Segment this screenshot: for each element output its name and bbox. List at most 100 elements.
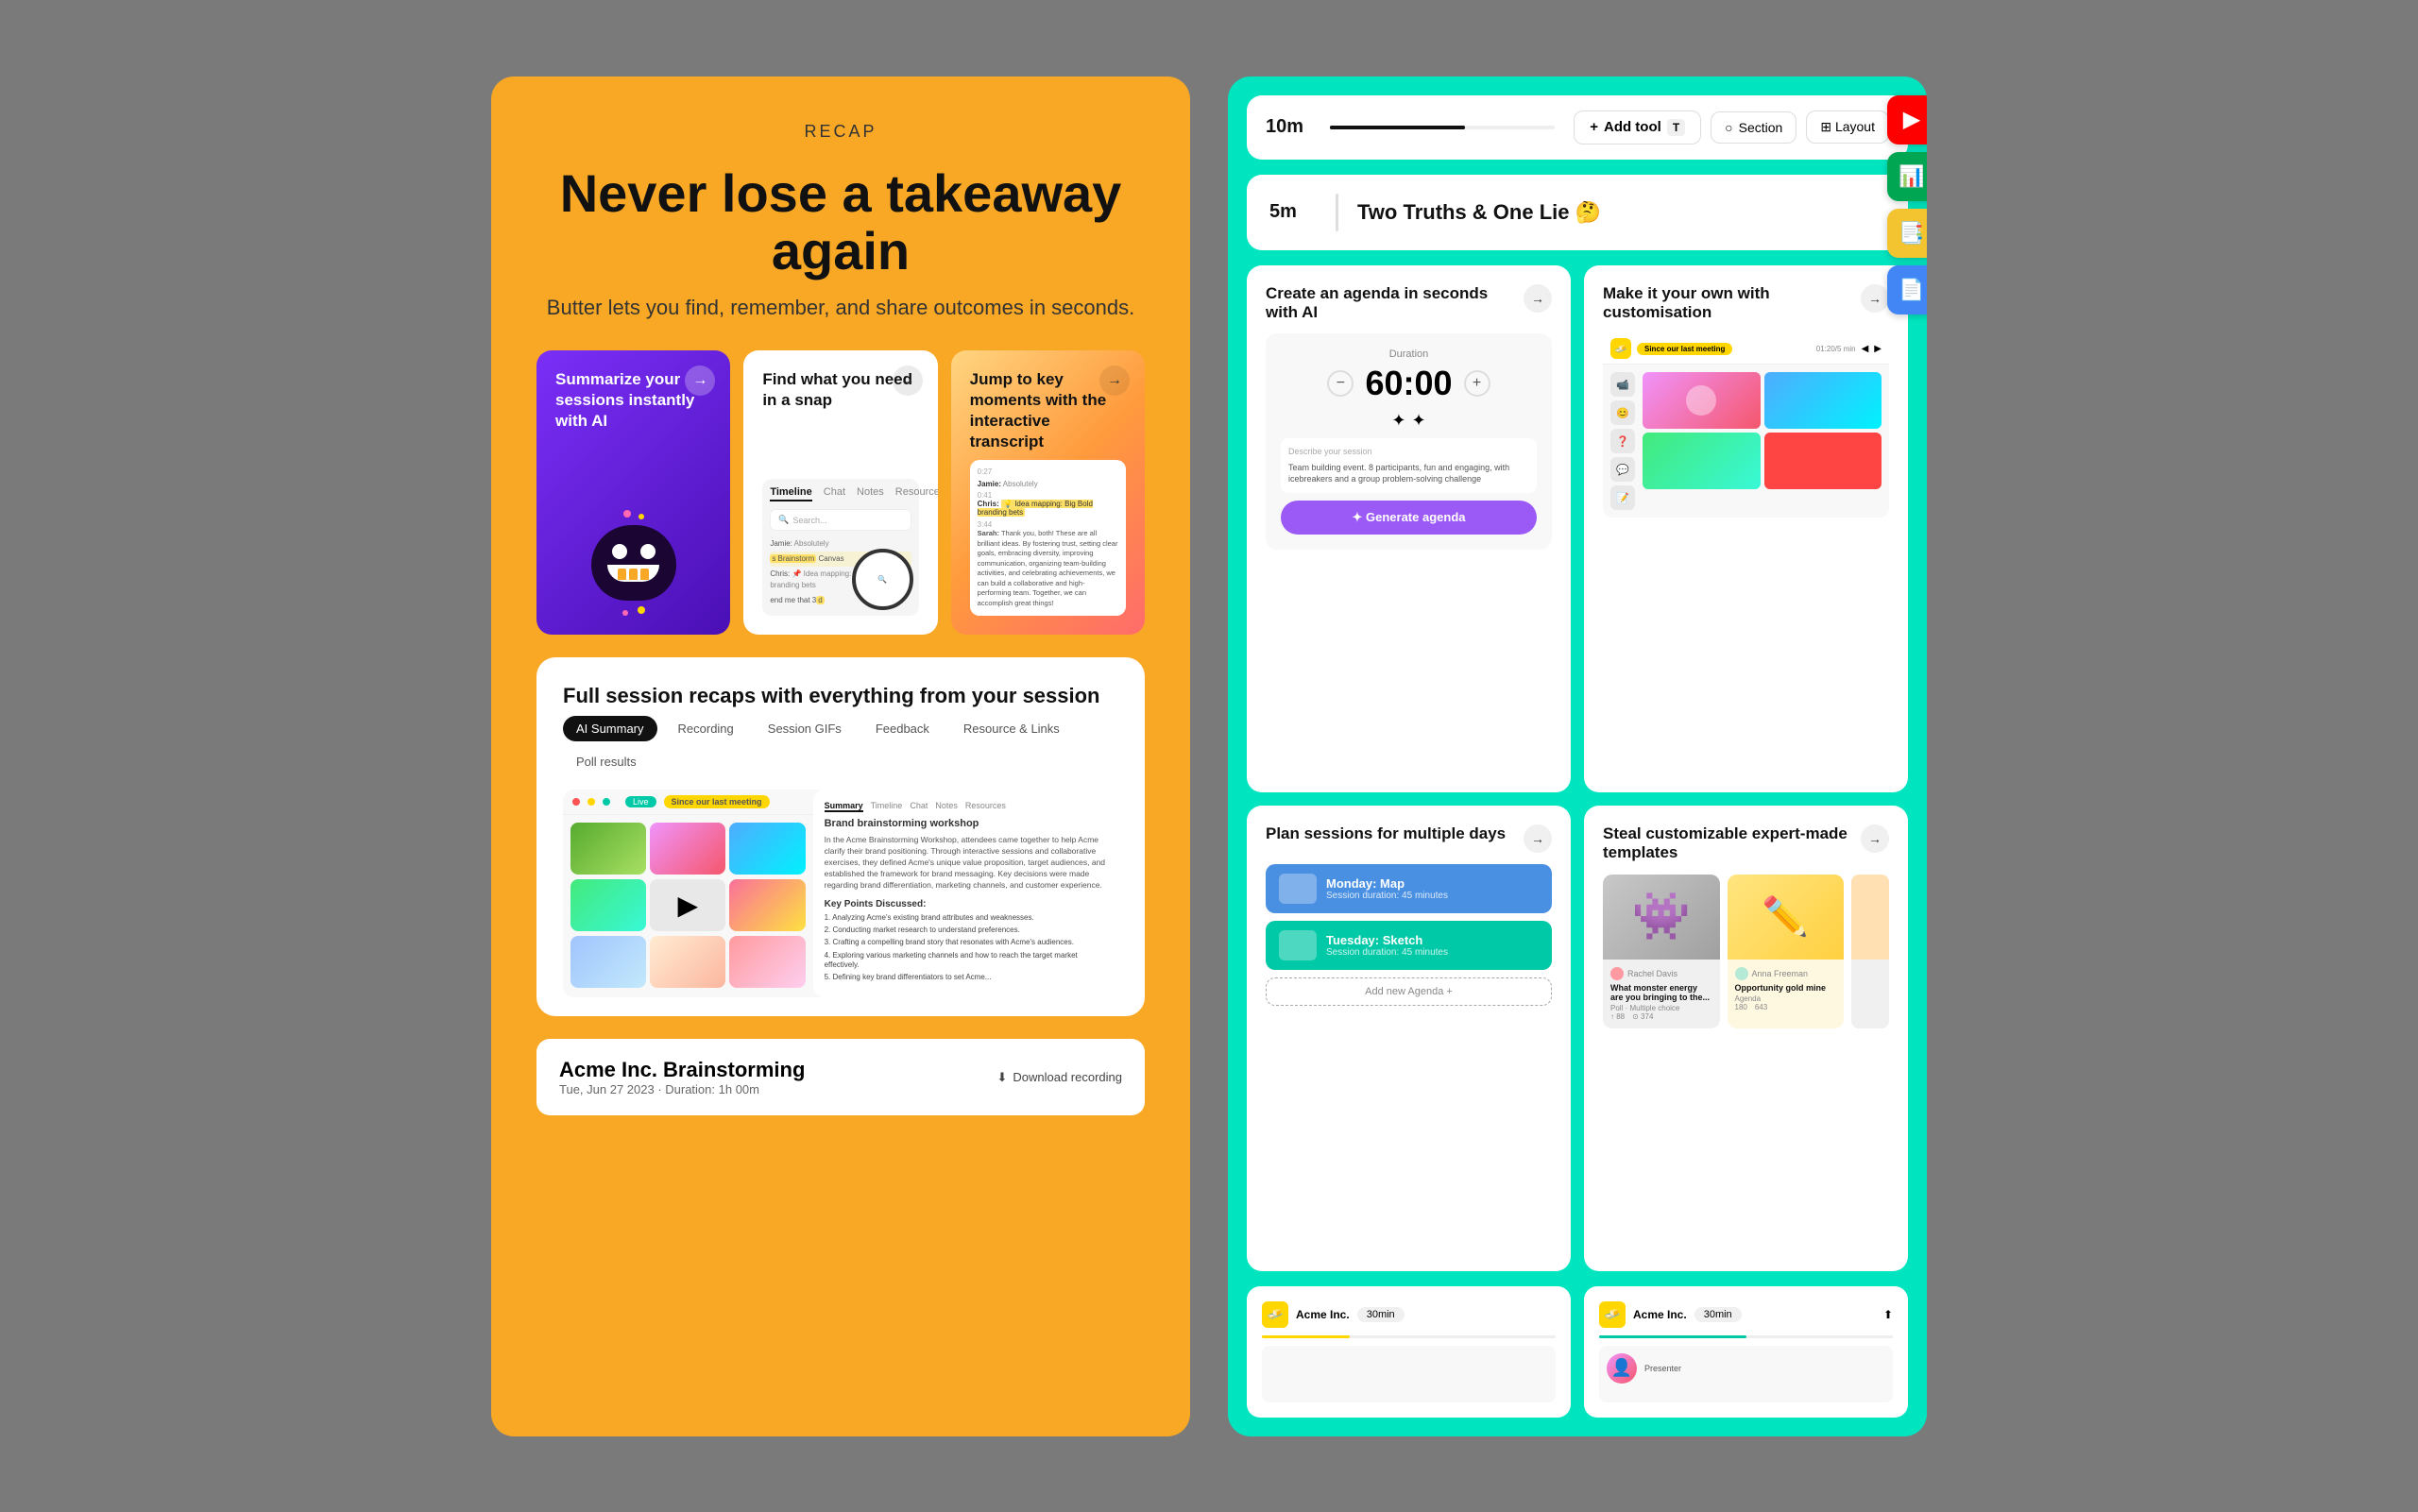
video-thumb-9: [729, 936, 805, 988]
acme-footer: Acme Inc. Brainstorming Tue, Jun 27 2023…: [536, 1039, 1145, 1115]
two-truths-bar: 5m Two Truths & One Lie 🤔: [1247, 175, 1908, 250]
grid-icon: ⊞: [1820, 119, 1831, 134]
custom-video-3: [1643, 433, 1761, 489]
bc-progress-bar-1: [1262, 1335, 1556, 1338]
tab-resources[interactable]: Resource & Links: [950, 716, 1073, 741]
day-icon-monday: [1279, 874, 1317, 904]
feature-grid: Create an agenda in seconds with AI → Du…: [1247, 265, 1908, 1271]
feature-cards-row: Summarize your sessions instantly with A…: [536, 350, 1145, 635]
top-bar: 10m + Add tool T ○ Section ⊞ Layout: [1247, 95, 1908, 160]
sidebar-react-icon[interactable]: 😊: [1610, 400, 1635, 425]
day-info-monday: Monday: Map Session duration: 45 minutes: [1326, 876, 1448, 901]
tab-recording[interactable]: Recording: [665, 716, 747, 741]
nav-left-icon[interactable]: ◀: [1862, 344, 1869, 354]
feature-card-transcript: Jump to key moments with the interactive…: [951, 350, 1145, 635]
templates-arrow[interactable]: →: [1861, 824, 1889, 853]
timer-minus[interactable]: −: [1327, 370, 1354, 397]
video-thumb-3: [729, 823, 805, 875]
bottom-card-2: 🧈 Acme Inc. 30min ⬆ 👤 Presenter: [1584, 1286, 1908, 1418]
ai-agenda-card: Create an agenda in seconds with AI → Du…: [1247, 265, 1571, 792]
card-arrow-summarize[interactable]: →: [685, 365, 715, 396]
sparkle-icon-1: ✦: [1391, 411, 1405, 431]
bottom-card-1: 🧈 Acme Inc. 30min: [1247, 1286, 1571, 1418]
custom-video-2: [1764, 372, 1882, 429]
custom-video-1: [1643, 372, 1761, 429]
right-panel: 10m + Add tool T ○ Section ⊞ Layout 5m: [1228, 76, 1927, 1436]
docs-icon[interactable]: 📄: [1887, 265, 1927, 314]
bc-company-1: Acme Inc.: [1296, 1308, 1350, 1321]
template-gold-meta: Anna Freeman Opportunity gold mine Agend…: [1728, 960, 1845, 1019]
layout-label: Layout: [1835, 119, 1875, 134]
ai-agenda-visual: Duration − 60:00 + ✦ ✦ Describe your ses…: [1266, 333, 1552, 550]
custom-video-4: [1764, 433, 1882, 489]
session-grid: ▶: [563, 815, 813, 996]
template-monster-meta: Rachel Davis What monster energy are you…: [1603, 960, 1720, 1028]
kbd-t: T: [1667, 119, 1685, 136]
nav-tab-timeline[interactable]: Timeline: [770, 486, 811, 501]
nav-tab-notes[interactable]: Notes: [857, 486, 884, 501]
nav-right-icon[interactable]: ▶: [1874, 344, 1882, 354]
templates-card: Steal customizable expert-made templates…: [1584, 806, 1908, 1271]
circle-icon: ○: [1725, 120, 1732, 135]
sidebar-chat-icon[interactable]: 💬: [1610, 457, 1635, 482]
tab-gifs[interactable]: Session GIFs: [755, 716, 855, 741]
download-recording-btn[interactable]: ⬇ Download recording: [996, 1070, 1122, 1085]
tab-poll[interactable]: Poll results: [563, 749, 650, 774]
bc-timer-1: 30min: [1357, 1307, 1405, 1322]
author-avatar-2: [1735, 967, 1748, 980]
nav-tab-resources[interactable]: Resources: [895, 486, 938, 501]
youtube-icon[interactable]: ▶: [1887, 95, 1927, 144]
ai-agenda-arrow[interactable]: →: [1524, 284, 1552, 313]
add-tool-button[interactable]: + Add tool T: [1574, 110, 1701, 144]
section-label: Section: [1739, 120, 1783, 135]
app-icons-col: ▶ 📊 📑 📄: [1887, 95, 1927, 314]
generate-agenda-btn[interactable]: ✦ Generate agenda: [1281, 501, 1537, 535]
transcript-jamie: Jamie: Absolutely: [978, 480, 1118, 488]
sidebar-video-icon[interactable]: 📹: [1610, 372, 1635, 397]
bc-progress-bar-2: [1599, 1335, 1893, 1338]
butter-logo-mini: 🧈: [1610, 338, 1631, 359]
custom-session-preview: 🧈 Since our last meeting 01:20/5 min ◀ ▶…: [1603, 333, 1889, 518]
summary-tab-chat[interactable]: Chat: [910, 801, 928, 812]
day-card-monday: Monday: Map Session duration: 45 minutes: [1266, 864, 1552, 913]
feature-card-find: Find what you need in a snap → Timeline …: [743, 350, 937, 635]
layout-button[interactable]: ⊞ Layout: [1806, 110, 1889, 144]
video-thumb-1: [570, 823, 646, 875]
template-card-partial: [1851, 875, 1889, 1028]
sub-headline: Butter lets you find, remember, and shar…: [536, 296, 1145, 320]
tab-ai-summary[interactable]: AI Summary: [563, 716, 657, 741]
stat-643: 643: [1755, 1003, 1767, 1011]
bc-progress-fill-1: [1262, 1335, 1350, 1338]
nav-tabs-mini: Timeline Chat Notes Resources People: [770, 486, 911, 501]
add-agenda-btn[interactable]: Add new Agenda +: [1266, 977, 1552, 1006]
ai-agenda-title: Create an agenda in seconds with AI: [1266, 284, 1524, 323]
summary-tab-notes[interactable]: Notes: [935, 801, 958, 812]
summary-tab-active[interactable]: Summary: [825, 801, 863, 812]
sidebar-quiz-icon[interactable]: ❓: [1610, 429, 1635, 453]
summary-tab-timeline[interactable]: Timeline: [871, 801, 903, 812]
card-arrow-find[interactable]: →: [893, 365, 923, 396]
slides-icon[interactable]: 📑: [1887, 209, 1927, 258]
tab-feedback[interactable]: Feedback: [862, 716, 943, 741]
template-card-gold: ✏️ Anna Freeman Opportunity gold mine Ag…: [1728, 875, 1845, 1028]
timer-plus[interactable]: +: [1464, 370, 1490, 397]
highlight-text: s Brainstorm: [770, 554, 816, 563]
sidebar-notes-icon[interactable]: 📝: [1610, 485, 1635, 510]
progress-bar: [1330, 126, 1555, 129]
section-button[interactable]: ○ Section: [1711, 111, 1796, 144]
sheets-icon[interactable]: 📊: [1887, 152, 1927, 201]
template-partial-img: [1851, 875, 1889, 960]
search-icon: 🔍: [778, 515, 789, 525]
live-badge: Live: [625, 796, 656, 807]
custom-video-grid: [1643, 372, 1882, 510]
customisation-arrow[interactable]: →: [1861, 284, 1889, 313]
day-meta-tuesday: Session duration: 45 minutes: [1326, 947, 1448, 958]
share-icon[interactable]: ⬆: [1883, 1308, 1893, 1321]
plan-sessions-arrow[interactable]: →: [1524, 824, 1552, 853]
card-arrow-transcript[interactable]: →: [1099, 365, 1130, 396]
summary-tab-resources[interactable]: Resources: [965, 801, 1006, 812]
since-badge-custom: Since our last meeting: [1637, 343, 1732, 355]
nav-tab-chat[interactable]: Chat: [824, 486, 845, 501]
tabs-row: AI Summary Recording Session GIFs Feedba…: [563, 716, 1118, 774]
left-panel: RECAP Never lose a takeaway again Butter…: [491, 76, 1190, 1436]
